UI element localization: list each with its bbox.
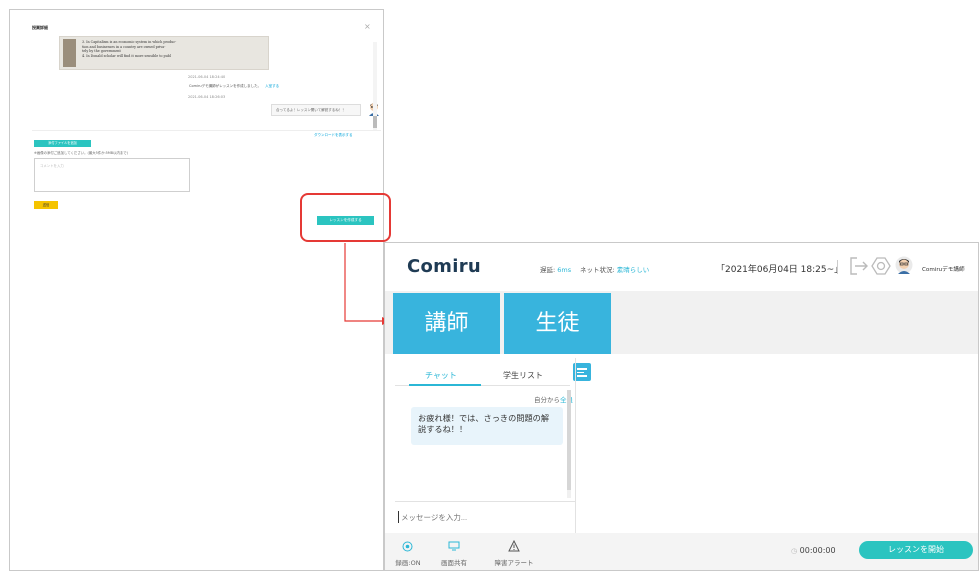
add-attachment-button[interactable]: 添付ファイルを追加 <box>34 140 91 147</box>
lesson-detail-panel: 授業詳細 × 3. In Capitalism is an economic s… <box>9 9 384 571</box>
comiru-logo: Comiru <box>407 256 481 277</box>
send-button[interactable]: 送信 <box>34 201 58 209</box>
lesson-timer: ◷ 00:00:00 <box>791 546 836 555</box>
start-lesson-button[interactable]: レッスンを開始 <box>859 541 973 559</box>
record-button[interactable]: 録画:ON <box>385 537 431 567</box>
system-note: Comiruデモ講師がレッスンを作成しました。 入室する <box>189 84 279 89</box>
timer-value: 00:00:00 <box>799 546 836 555</box>
alert-button[interactable]: 障害アラート <box>491 537 537 567</box>
video-area: 講師 生徒 <box>385 291 978 354</box>
username[interactable]: Comiruデモ講師 <box>922 265 965 273</box>
record-label: 録画:ON <box>395 559 421 567</box>
enter-link[interactable]: 入室する <box>265 84 279 88</box>
image-thumbnail <box>63 39 76 67</box>
room-header: Comiru 遅延: 6ms ネット状況: 素晴らしい 「2021年06月04日… <box>385 243 978 302</box>
message-input-row <box>395 501 575 529</box>
chat-message: お疲れ様！では、さっきの問題の解説するね！！ <box>411 407 563 445</box>
alert-label: 障害アラート <box>494 559 534 567</box>
tab-student-list[interactable]: 学生リスト <box>503 370 543 381</box>
highlight-box <box>300 193 391 242</box>
download-link[interactable]: ダウンロードを表示する <box>314 133 353 138</box>
attachment-hint: ※画像の添付ご追加してください。(最大5件か:5MB以内まで) <box>34 151 128 155</box>
screen-share-icon <box>448 541 460 551</box>
warning-icon <box>508 540 520 552</box>
close-icon[interactable]: × <box>364 22 371 31</box>
delay-status: 遅延: 6ms <box>540 264 571 274</box>
image-text: 3. In Capitalism is an economic system i… <box>82 40 262 58</box>
user-avatar[interactable] <box>895 256 913 276</box>
chat-tabs: チャット 学生リスト <box>395 364 570 386</box>
delay-label: 遅延: <box>540 266 556 274</box>
network-label: ネット状況: <box>580 266 615 274</box>
chat-scrollbar[interactable] <box>567 390 571 498</box>
settings-icon[interactable] <box>871 256 891 276</box>
delay-value: 6ms <box>557 266 572 274</box>
chat-scrollbar[interactable] <box>373 42 377 130</box>
chat-divider <box>575 358 576 538</box>
bottom-toolbar: 録画:ON 画面共有 障害アラート ◷ 00:00:00 レッスンを開始 <box>385 533 978 570</box>
clock-icon: ◷ <box>791 547 798 555</box>
message-timestamp: 2021-06-04 18:24:40 <box>188 75 226 79</box>
image-line: 4. In Donald scholar will find it more s… <box>82 53 171 58</box>
comment-textarea[interactable]: コメントを入力 <box>34 158 190 192</box>
record-icon <box>402 541 413 552</box>
network-status: ネット状況: 素晴らしい <box>580 264 649 274</box>
screenshot-composite: 授業詳細 × 3. In Capitalism is an economic s… <box>0 0 979 573</box>
scrollbar-thumb[interactable] <box>373 116 377 128</box>
panel-title: 授業詳細 <box>32 25 48 30</box>
message-timestamp: 2021-06-04 18:26:03 <box>188 95 226 99</box>
sender-prefix: 自分から <box>534 396 560 404</box>
tab-chat[interactable]: チャット <box>425 370 457 381</box>
message-bubble: 合ってるよ！レッスン開いて解説するね！！ <box>271 104 361 116</box>
attached-image[interactable]: 3. In Capitalism is an economic system i… <box>59 36 269 70</box>
system-note-text: Comiruデモ講師がレッスンを作成しました。 <box>189 84 262 88</box>
chat-history: 3. In Capitalism is an economic system i… <box>32 36 381 131</box>
teacher-video-tile[interactable]: 講師 <box>393 293 500 354</box>
lesson-room-window: Comiru 遅延: 6ms ネット状況: 素晴らしい 「2021年06月04日… <box>384 242 979 571</box>
exit-icon[interactable] <box>849 256 869 276</box>
screen-share-label: 画面共有 <box>441 559 467 567</box>
lesson-date: 「2021年06月04日 18:25~」 <box>716 265 844 275</box>
screen-share-button[interactable]: 画面共有 <box>431 537 477 567</box>
header-divider <box>837 260 838 274</box>
header-stripe <box>385 287 978 302</box>
active-tab-indicator <box>409 384 481 386</box>
message-input[interactable] <box>398 511 568 523</box>
student-video-tile[interactable]: 生徒 <box>504 293 611 354</box>
network-value: 素晴らしい <box>616 266 650 274</box>
